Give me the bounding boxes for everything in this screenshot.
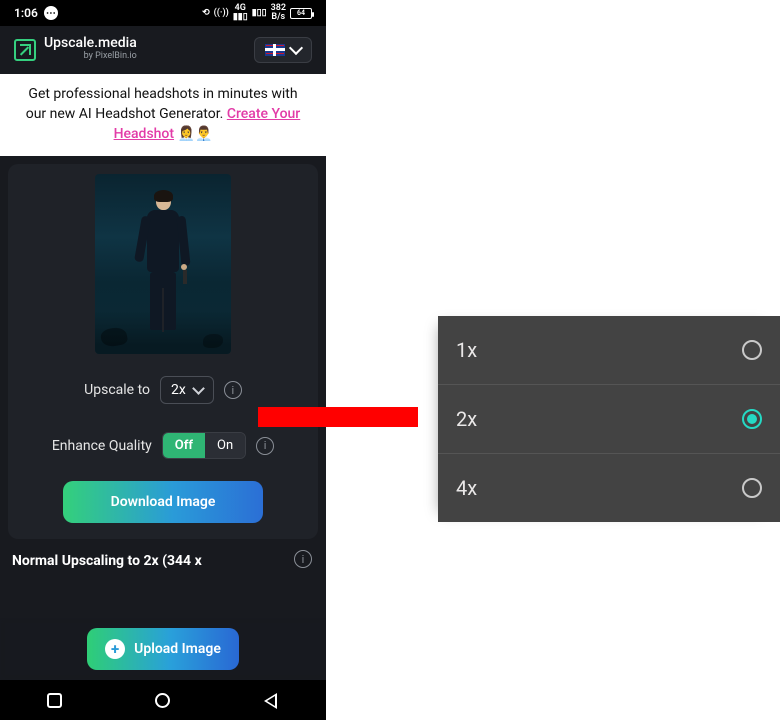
android-navbar bbox=[0, 680, 326, 720]
promo-line2-pre: our new AI Headshot Generator. bbox=[26, 106, 227, 122]
notification-icon: ⋯ bbox=[44, 6, 58, 20]
option-4x[interactable]: 4x bbox=[438, 454, 780, 522]
upscale-select[interactable]: 2x bbox=[160, 376, 214, 404]
result-card: Upscale to 2x i Enhance Quality Off On i… bbox=[8, 164, 318, 539]
upload-label: Upload Image bbox=[134, 641, 221, 657]
brand-title: Upscale.media bbox=[44, 37, 137, 50]
chevron-down-icon bbox=[289, 41, 303, 55]
enhance-on[interactable]: On bbox=[205, 433, 245, 458]
enhance-row: Enhance Quality Off On i bbox=[22, 432, 304, 459]
option-label: 4x bbox=[456, 476, 477, 500]
nav-back-icon[interactable] bbox=[264, 693, 279, 708]
option-2x[interactable]: 2x bbox=[438, 385, 780, 454]
nav-recent-icon[interactable] bbox=[47, 693, 62, 708]
upscale-label: Upscale to bbox=[84, 382, 150, 398]
signal-icon: ▮▮▯ bbox=[233, 13, 248, 22]
enhance-toggle[interactable]: Off On bbox=[162, 432, 246, 459]
promo-link-a[interactable]: Create Your bbox=[227, 106, 300, 122]
link-icon: ⟲ bbox=[202, 8, 210, 18]
enhance-off[interactable]: Off bbox=[163, 433, 205, 458]
upload-button[interactable]: + Upload Image bbox=[87, 628, 239, 670]
upscale-value: 2x bbox=[171, 382, 186, 398]
enhance-label: Enhance Quality bbox=[52, 438, 152, 454]
brand-subtitle: by PixelBin.io bbox=[44, 50, 137, 63]
status-text: Normal Upscaling to 2x (344 x bbox=[8, 549, 206, 569]
info-icon[interactable]: i bbox=[224, 381, 242, 399]
option-label: 1x bbox=[456, 338, 477, 362]
brand[interactable]: Upscale.media by PixelBin.io bbox=[14, 37, 137, 63]
status-row: Normal Upscaling to 2x (344 x i bbox=[8, 549, 318, 569]
radio-icon bbox=[742, 478, 762, 498]
data-rate-unit: B/s bbox=[271, 13, 285, 22]
battery-icon: 64 bbox=[290, 8, 312, 19]
nav-home-icon[interactable] bbox=[155, 693, 170, 708]
promo-link-b[interactable]: Headshot bbox=[114, 126, 174, 142]
wifi-icon: ((·)) bbox=[214, 8, 229, 18]
chevron-down-icon bbox=[192, 382, 205, 395]
info-icon[interactable]: i bbox=[294, 550, 312, 568]
image-preview[interactable] bbox=[95, 174, 231, 354]
status-time: 1:06 bbox=[14, 6, 38, 20]
promo-banner: Get professional headshots in minutes wi… bbox=[0, 74, 326, 156]
option-1x[interactable]: 1x bbox=[438, 316, 780, 385]
promo-emoji: 👩‍💼👨‍💼 bbox=[178, 126, 213, 142]
radio-selected-icon bbox=[742, 409, 762, 429]
brand-logo-icon bbox=[14, 39, 36, 61]
status-bar: 1:06 ⋯ ⟲ ((·)) 4G ▮▮▯ ▮▯▯ 382 B/s 64 bbox=[0, 0, 326, 26]
download-button[interactable]: Download Image bbox=[63, 481, 263, 523]
plus-icon: + bbox=[105, 639, 125, 659]
upload-bar: + Upload Image bbox=[0, 618, 326, 680]
option-label: 2x bbox=[456, 407, 477, 431]
signal-secondary-icon: ▮▯▯ bbox=[252, 8, 267, 18]
annotation-arrow bbox=[258, 407, 418, 427]
radio-icon bbox=[742, 340, 762, 360]
upscale-row: Upscale to 2x i bbox=[22, 376, 304, 404]
upscale-options-popup: 1x 2x 4x bbox=[438, 316, 780, 522]
language-selector[interactable] bbox=[254, 37, 312, 63]
app-header: Upscale.media by PixelBin.io bbox=[0, 26, 326, 74]
promo-line1: Get professional headshots in minutes wi… bbox=[28, 86, 297, 102]
info-icon[interactable]: i bbox=[256, 437, 274, 455]
flag-uk-icon bbox=[265, 44, 285, 56]
phone-frame: 1:06 ⋯ ⟲ ((·)) 4G ▮▮▯ ▮▯▯ 382 B/s 64 Ups… bbox=[0, 0, 326, 720]
